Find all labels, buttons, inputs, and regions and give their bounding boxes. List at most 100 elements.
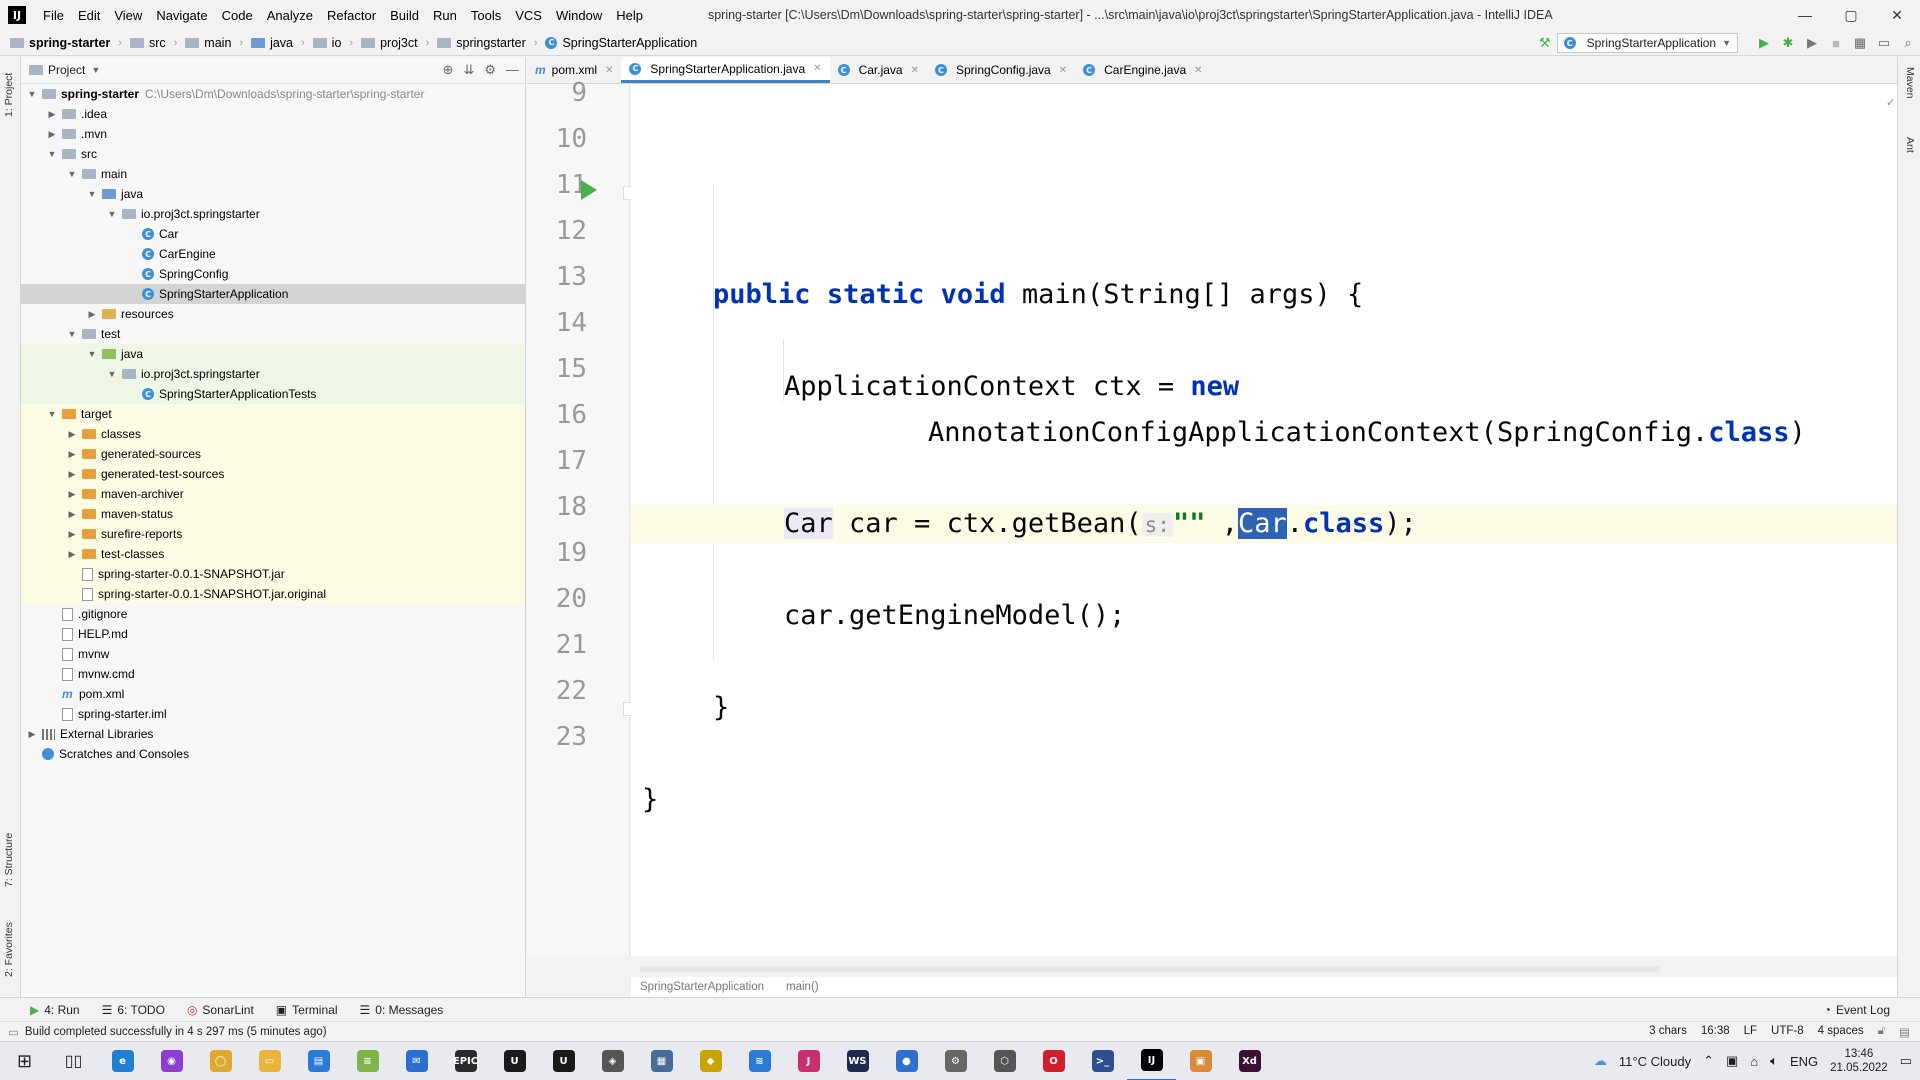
maximize-icon[interactable]: ▢: [1828, 0, 1874, 30]
menu-file[interactable]: File: [36, 8, 71, 23]
breadcrumb-class[interactable]: SpringStarterApplication: [640, 981, 764, 993]
chevron-right-icon[interactable]: ▶: [85, 309, 99, 320]
editor-tab[interactable]: C SpringStarterApplication.java ✕: [621, 57, 830, 83]
hide-icon[interactable]: —: [506, 62, 519, 78]
breadcrumb-item[interactable]: springstarter: [435, 36, 527, 50]
menu-window[interactable]: Window: [549, 8, 609, 23]
menu-edit[interactable]: Edit: [71, 8, 107, 23]
memory-icon[interactable]: ▤: [1899, 1025, 1910, 1039]
taskbar-app-powershell[interactable]: >_: [1078, 1042, 1127, 1080]
taskbar-app-notepad[interactable]: ≡: [343, 1042, 392, 1080]
chevron-down-icon[interactable]: ▼: [91, 65, 100, 75]
menu-run[interactable]: Run: [426, 8, 464, 23]
tool-window-button[interactable]: ☰ 0: Messages: [360, 1003, 444, 1017]
tree-item[interactable]: ▶ .mvn: [21, 124, 525, 144]
editor-tab[interactable]: C SpringConfig.java ✕: [927, 57, 1075, 83]
horizontal-scrollbar[interactable]: [640, 966, 1660, 972]
tree-item[interactable]: ▼ src: [21, 144, 525, 164]
taskbar-app-store[interactable]: ▤: [294, 1042, 343, 1080]
tree-item[interactable]: ▶ test-classes: [21, 544, 525, 564]
close-icon[interactable]: ✕: [1874, 0, 1920, 30]
menu-analyze[interactable]: Analyze: [260, 8, 320, 23]
tree-item[interactable]: ▼ java: [21, 184, 525, 204]
start-button[interactable]: ⊞: [0, 1042, 49, 1080]
tree-item[interactable]: ▶ generated-sources: [21, 444, 525, 464]
tree-item[interactable]: ▼ test: [21, 324, 525, 344]
taskbar-app-unity[interactable]: ◈: [588, 1042, 637, 1080]
tree-item[interactable]: C SpringConfig: [21, 264, 525, 284]
code-editor[interactable]: public static void main(String[] args) {…: [631, 84, 1897, 956]
taskbar-app-unreal[interactable]: U: [490, 1042, 539, 1080]
tool-window-button[interactable]: ◎ SonarLint: [187, 1003, 254, 1017]
chevron-right-icon[interactable]: ▶: [65, 469, 79, 480]
menu-help[interactable]: Help: [609, 8, 650, 23]
tree-item[interactable]: ▼ target: [21, 404, 525, 424]
tree-item[interactable]: ▼ io.proj3ct.springstarter: [21, 204, 525, 224]
event-log-button[interactable]: ◔ Event Log: [1824, 1003, 1890, 1017]
gear-icon[interactable]: ⚙: [484, 62, 496, 78]
menu-navigate[interactable]: Navigate: [149, 8, 214, 23]
project-structure-icon[interactable]: ▦: [1848, 30, 1872, 56]
tree-item[interactable]: C CarEngine: [21, 244, 525, 264]
minimize-icon[interactable]: —: [1782, 0, 1828, 30]
chevron-right-icon[interactable]: ▶: [65, 429, 79, 440]
taskbar-app-app-blue[interactable]: ≋: [735, 1042, 784, 1080]
chevron-down-icon[interactable]: ▼: [25, 89, 39, 99]
tree-item[interactable]: mvnw.cmd: [21, 664, 525, 684]
tree-item[interactable]: ▶ maven-archiver: [21, 484, 525, 504]
build-hammer-icon[interactable]: ⚒: [1533, 30, 1557, 56]
line-separator[interactable]: LF: [1744, 1025, 1757, 1039]
breadcrumb-item[interactable]: src: [128, 36, 168, 50]
taskbar-app-cube[interactable]: ⬡: [980, 1042, 1029, 1080]
maven-tool-button[interactable]: Maven: [1904, 67, 1916, 99]
taskbar-app-epic[interactable]: EPIC: [441, 1042, 490, 1080]
breadcrumb-item[interactable]: java: [249, 36, 295, 50]
tree-item[interactable]: Scratches and Consoles: [21, 744, 525, 764]
lock-icon[interactable]: 🔓︎: [1878, 1025, 1885, 1039]
tree-item[interactable]: ▼ main: [21, 164, 525, 184]
run-config-select[interactable]: C SpringStarterApplication ▼: [1556, 33, 1738, 53]
chevron-down-icon[interactable]: ▼: [105, 209, 119, 219]
tree-item[interactable]: ▼ java: [21, 344, 525, 364]
chevron-right-icon[interactable]: ▶: [25, 729, 39, 740]
tree-item[interactable]: ▼ io.proj3ct.springstarter: [21, 364, 525, 384]
weather-text[interactable]: 11°C Cloudy: [1619, 1054, 1691, 1069]
tool-window-button[interactable]: ▣ Terminal: [276, 1003, 338, 1017]
structure-tool-button[interactable]: 7: Structure: [3, 833, 15, 887]
tree-item[interactable]: C Car: [21, 224, 525, 244]
menu-code[interactable]: Code: [215, 8, 260, 23]
chevron-right-icon[interactable]: ▶: [65, 509, 79, 520]
taskbar-app-intellij[interactable]: IJ: [1127, 1042, 1176, 1080]
chevron-right-icon[interactable]: ▶: [65, 489, 79, 500]
tree-item[interactable]: C SpringStarterApplicationTests: [21, 384, 525, 404]
coverage-icon[interactable]: ▶: [1800, 30, 1824, 56]
taskbar-app-podcast[interactable]: ◉: [147, 1042, 196, 1080]
tree-item[interactable]: spring-starter-0.0.1-SNAPSHOT.jar.origin…: [21, 584, 525, 604]
tree-item[interactable]: spring-starter.iml: [21, 704, 525, 724]
taskbar-app-jetbrains[interactable]: J: [784, 1042, 833, 1080]
chevron-down-icon[interactable]: ▼: [85, 349, 99, 359]
tool-window-button[interactable]: ▶ 4: Run: [30, 1003, 80, 1017]
editor-tab[interactable]: C Car.java ✕: [830, 57, 927, 83]
taskbar-app-signal[interactable]: ●: [882, 1042, 931, 1080]
close-tab-icon[interactable]: ✕: [813, 63, 821, 74]
close-tab-icon[interactable]: ✕: [605, 65, 613, 76]
tree-item[interactable]: ▶ External Libraries: [21, 724, 525, 744]
tree-item[interactable]: ▶ generated-test-sources: [21, 464, 525, 484]
editor-tab[interactable]: C CarEngine.java ✕: [1075, 57, 1210, 83]
collapse-all-icon[interactable]: ⇊: [463, 62, 474, 78]
notification-icon[interactable]: ▭: [1900, 1053, 1912, 1069]
taskbar-app-webstorm[interactable]: WS: [833, 1042, 882, 1080]
chevron-down-icon[interactable]: ▼: [105, 369, 119, 379]
tree-item[interactable]: mvnw: [21, 644, 525, 664]
chevron-right-icon[interactable]: ▶: [65, 529, 79, 540]
close-tab-icon[interactable]: ✕: [1059, 65, 1067, 76]
taskbar-app-files[interactable]: ▦: [637, 1042, 686, 1080]
chevron-down-icon[interactable]: ▼: [85, 189, 99, 199]
taskbar-app-unreal2[interactable]: U: [539, 1042, 588, 1080]
menu-tools[interactable]: Tools: [464, 8, 508, 23]
chevron-right-icon[interactable]: ▶: [65, 549, 79, 560]
taskbar-app-xd[interactable]: Xd: [1225, 1042, 1274, 1080]
run-gutter-icon[interactable]: [581, 180, 597, 200]
debug-icon[interactable]: ✱: [1776, 30, 1800, 56]
